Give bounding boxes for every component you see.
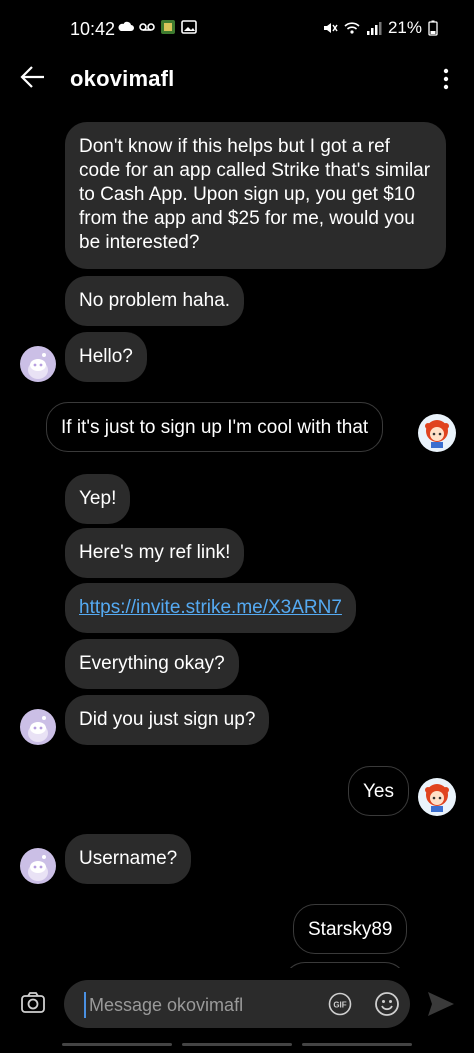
message-text: Yep!: [79, 488, 117, 509]
snoo-avatar-icon: [28, 855, 48, 881]
avatar[interactable]: [20, 848, 56, 884]
message-text: Don't know if this helps but I got a ref…: [79, 136, 431, 253]
arrow-left-icon[interactable]: [18, 62, 48, 92]
message-text: If it's just to sign up I'm cool with th…: [61, 417, 369, 438]
message-incoming[interactable]: Hello?: [65, 332, 147, 382]
wifi-icon: [344, 22, 360, 34]
message-outgoing[interactable]: If it's just to sign up I'm cool with th…: [46, 402, 384, 452]
message-link[interactable]: https://invite.strike.me/X3ARN7: [79, 597, 342, 618]
message-composer[interactable]: GIF: [64, 980, 410, 1028]
camera-icon[interactable]: [20, 990, 46, 1016]
message-incoming[interactable]: Here's my ref link!: [65, 528, 245, 578]
avatar[interactable]: [20, 709, 56, 745]
snoo-avatar-icon: [28, 353, 48, 379]
gif-icon[interactable]: GIF: [328, 992, 352, 1016]
avatar[interactable]: [20, 346, 56, 382]
status-time: 10:42: [70, 19, 116, 39]
message-incoming[interactable]: https://invite.strike.me/X3ARN7: [65, 583, 356, 633]
message-text: Here's my ref link!: [79, 542, 231, 563]
avatar[interactable]: [418, 778, 456, 816]
avatar[interactable]: [418, 414, 456, 452]
message-text: Starsky89: [308, 919, 393, 940]
status-bar: 10:42 21%: [0, 0, 474, 58]
cloud-icon: [118, 21, 134, 31]
nav-hint: [302, 1043, 412, 1046]
gif-label: GIF: [333, 1001, 346, 1010]
message-incoming[interactable]: Username?: [65, 834, 192, 884]
message-incoming[interactable]: Don't know if this helps but I got a ref…: [65, 122, 446, 269]
message-outgoing[interactable]: Yes: [348, 766, 409, 816]
user-avatar-icon: [425, 784, 449, 812]
signal-icon: [366, 22, 382, 35]
message-incoming[interactable]: No problem haha.: [65, 276, 245, 326]
nav-hint: [182, 1043, 292, 1046]
send-icon[interactable]: [426, 990, 456, 1018]
chat-header: okovimafl: [0, 52, 474, 106]
message-outgoing[interactable]: Starsky89: [293, 904, 408, 954]
user-avatar-icon: [425, 420, 449, 448]
snoo-avatar-icon: [28, 716, 48, 742]
message-input[interactable]: [84, 992, 311, 1018]
message-text: Yes: [363, 781, 394, 802]
mute-icon: [323, 23, 338, 33]
chat-title[interactable]: okovimafl: [70, 66, 175, 92]
message-text: Everything okay?: [79, 653, 225, 674]
message-text: Did you just sign up?: [79, 709, 256, 730]
emoji-icon[interactable]: [374, 991, 400, 1017]
message-text: No problem haha.: [79, 290, 231, 311]
voicemail-icon: [139, 23, 155, 31]
message-incoming[interactable]: Did you just sign up?: [65, 695, 270, 745]
message-incoming[interactable]: Everything okay?: [65, 639, 239, 689]
more-vertical-icon[interactable]: [436, 64, 456, 94]
gallery-icon: [181, 20, 197, 34]
game-icon: [161, 20, 175, 34]
battery-icon: [428, 20, 438, 36]
message-text: Username?: [79, 848, 178, 869]
nav-hint: [62, 1043, 172, 1046]
battery-percent: 21%: [387, 18, 422, 37]
message-text: Hello?: [79, 346, 133, 367]
message-incoming[interactable]: Yep!: [65, 474, 131, 524]
